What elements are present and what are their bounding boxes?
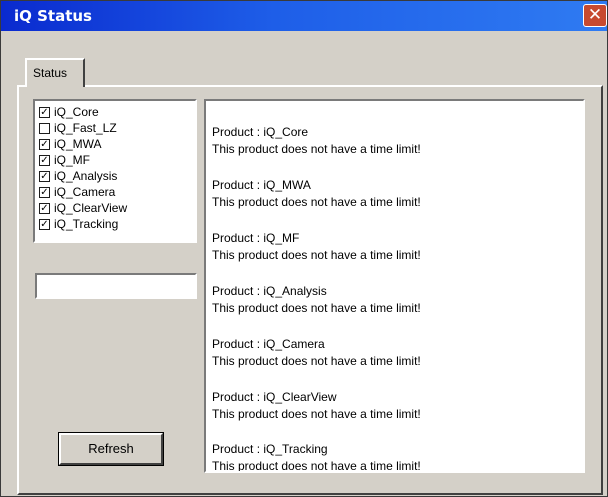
product-label: iQ_Core [54, 105, 99, 119]
status-product: Product : iQ_Analysis [212, 284, 327, 298]
status-product: Product : iQ_MWA [212, 178, 311, 192]
window-title: iQ Status [14, 7, 92, 25]
status-message: This product does not have a time limit! [212, 354, 421, 368]
status-entry: Product : iQ_MF This product does not ha… [212, 230, 421, 264]
product-checkbox[interactable]: ✓ [39, 107, 50, 118]
product-checkbox[interactable]: ✓ [39, 219, 50, 230]
product-checkbox[interactable] [39, 123, 50, 134]
product-label: iQ_Fast_LZ [54, 121, 117, 135]
status-message: This product does not have a time limit! [212, 142, 421, 156]
status-message: This product does not have a time limit! [212, 459, 421, 473]
product-label: iQ_MF [54, 153, 90, 167]
status-product: Product : iQ_ClearView [212, 390, 337, 404]
tab-status[interactable]: Status [25, 58, 85, 87]
product-label: iQ_Tracking [54, 217, 119, 231]
product-checkbox[interactable]: ✓ [39, 155, 50, 166]
license-input[interactable] [35, 273, 197, 299]
product-checklist[interactable]: ✓ iQ_Core iQ_Fast_LZ ✓ iQ_MWA ✓ iQ_MF ✓ … [33, 99, 197, 243]
close-button[interactable]: ✕ [583, 4, 607, 27]
refresh-button[interactable]: Refresh [58, 432, 164, 466]
tab-status-label: Status [33, 66, 68, 80]
product-checkbox[interactable]: ✓ [39, 203, 50, 214]
product-label: iQ_ClearView [54, 201, 128, 215]
product-label: iQ_MWA [54, 137, 102, 151]
status-entry: Product : iQ_Analysis This product does … [212, 283, 421, 317]
status-entry: Product : iQ_Tracking This product does … [212, 441, 421, 473]
status-entry: Product : iQ_MWA This product does not h… [212, 177, 421, 211]
product-checkbox[interactable]: ✓ [39, 171, 50, 182]
status-output[interactable]: Product : iQ_Core This product does not … [204, 99, 585, 473]
status-product: Product : iQ_MF [212, 231, 300, 245]
status-product: Product : iQ_Core [212, 125, 309, 139]
product-label: iQ_Camera [54, 185, 116, 199]
product-checkbox[interactable]: ✓ [39, 139, 50, 150]
status-entry: Product : iQ_Core This product does not … [212, 124, 421, 158]
status-message: This product does not have a time limit! [212, 248, 421, 262]
product-checkbox[interactable]: ✓ [39, 187, 50, 198]
status-entry: Product : iQ_ClearView This product does… [212, 389, 421, 423]
status-message: This product does not have a time limit! [212, 407, 421, 421]
status-window: iQ Status ✕ Status ✓ iQ_Core iQ_Fast_LZ … [0, 0, 608, 497]
status-product: Product : iQ_Tracking [212, 442, 328, 456]
status-message: This product does not have a time limit! [212, 301, 421, 315]
title-bar[interactable]: iQ Status ✕ [1, 1, 607, 31]
status-message: This product does not have a time limit! [212, 195, 421, 209]
status-entry: Product : iQ_Camera This product does no… [212, 336, 421, 370]
product-label: iQ_Analysis [54, 169, 118, 183]
status-product: Product : iQ_Camera [212, 337, 325, 351]
close-icon: ✕ [587, 5, 603, 25]
